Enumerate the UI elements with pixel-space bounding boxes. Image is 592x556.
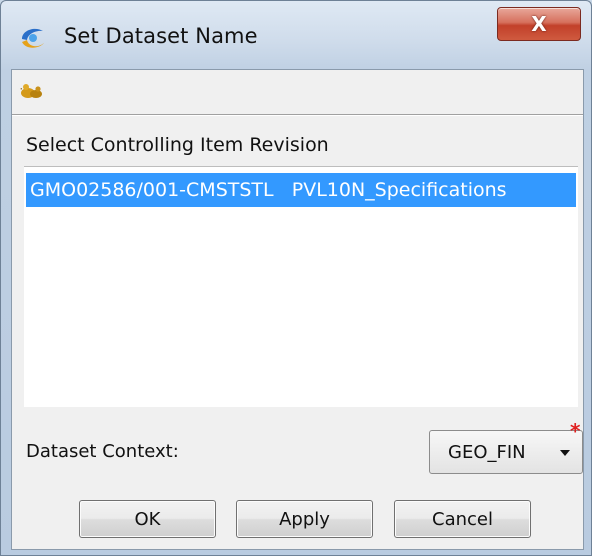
window-title: Set Dataset Name [64,24,258,48]
title-bar[interactable]: Set Dataset Name X [1,1,591,73]
required-asterisk-icon: * [570,419,581,443]
dialog-content: Select Controlling Item Revision GMO0258… [11,69,584,550]
list-item-selected[interactable]: GMO02586/001-CMSTSTL PVL10N_Specificatio… [26,173,576,207]
dataset-context-dropdown[interactable]: GEO_FIN * [429,421,583,474]
apply-button[interactable]: Apply [236,500,373,538]
dataset-context-value: GEO_FIN [448,442,526,463]
dialog-window: Set Dataset Name X Select Controlling It… [0,0,592,556]
chevron-down-icon [560,450,570,456]
toolbar-separator [12,114,583,116]
close-button[interactable]: X [497,7,581,41]
ok-button[interactable]: OK [79,500,216,538]
cancel-button[interactable]: Cancel [394,500,531,538]
controlling-item-label: Select Controlling Item Revision [26,134,329,156]
dataset-context-label: Dataset Context: [26,441,179,462]
close-icon: X [531,12,547,36]
app-logo-icon [19,25,47,51]
ducks-icon[interactable] [20,81,44,99]
controlling-item-list[interactable]: GMO02586/001-CMSTSTL PVL10N_Specificatio… [24,166,578,407]
